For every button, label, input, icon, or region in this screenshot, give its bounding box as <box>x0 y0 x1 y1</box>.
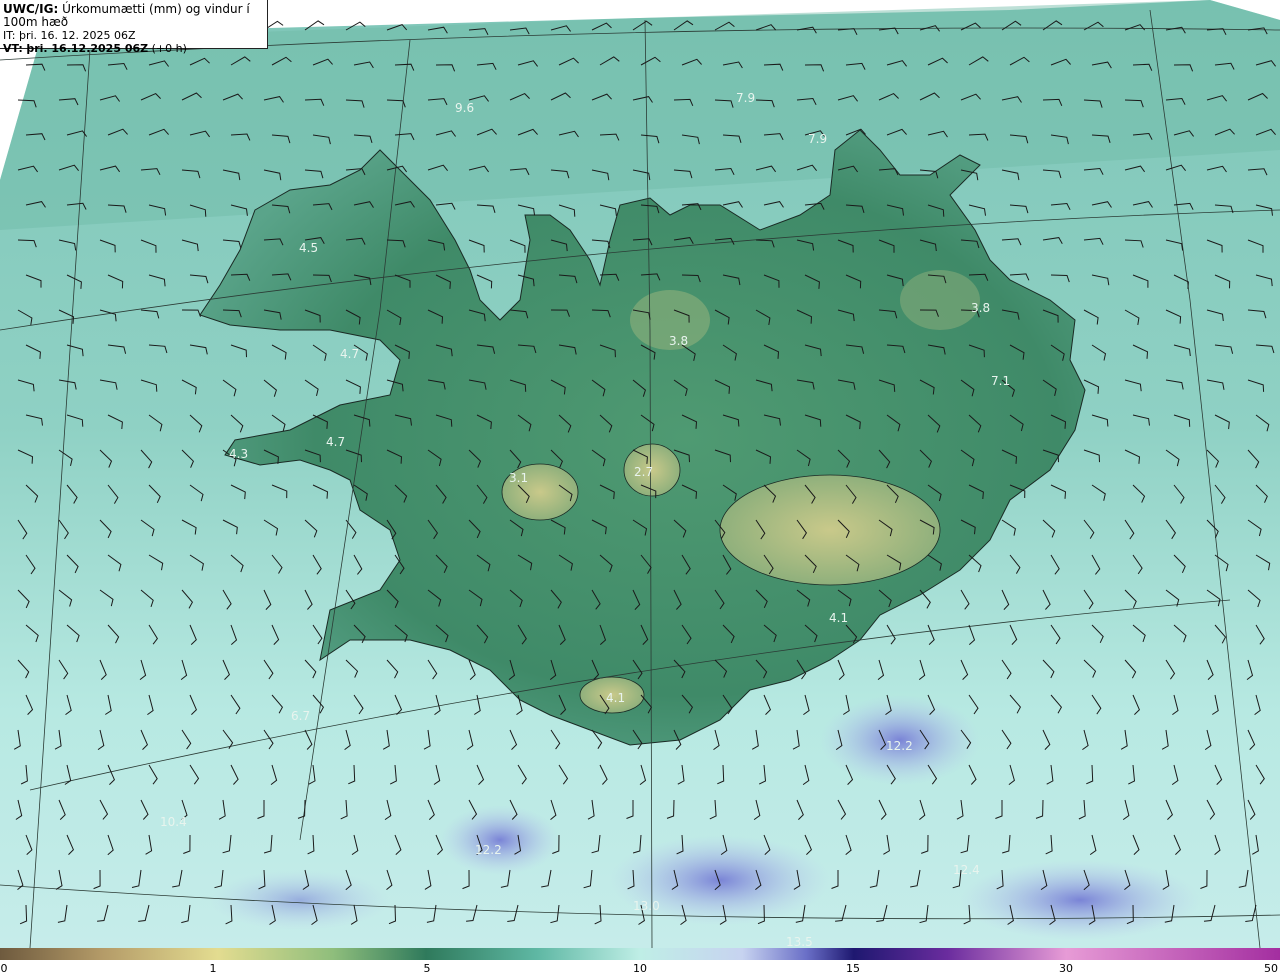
colorbar-tick: 10 <box>633 962 647 975</box>
value-label: 13.5 <box>786 935 813 948</box>
init-time-value: þri. 16. 12. 2025 06Z <box>18 29 136 42</box>
precip-blob-1 <box>440 805 560 875</box>
precip-colorbar <box>0 948 1280 960</box>
colorbar-tick: 15 <box>846 962 860 975</box>
colorbar-tick: 1 <box>209 962 217 975</box>
precipitation-map[interactable]: 9.6 7.9 7.9 4.5 3.8 3.8 7.1 4.7 4.7 4.3 … <box>0 0 1280 948</box>
precip-blob-4 <box>960 860 1200 940</box>
glacier-vatnajokull <box>719 474 941 586</box>
model-name: UWC/IG: <box>3 2 59 16</box>
value-label: 13.0 <box>633 899 660 913</box>
colorbar-tick: 0 <box>0 962 8 975</box>
map-header: UWC/IG: Úrkomumætti (mm) og vindur í 100… <box>0 0 268 55</box>
colorbar-tick: 50 <box>1264 962 1278 975</box>
value-label: 4.7 <box>326 435 345 449</box>
value-label: 2.7 <box>634 465 653 479</box>
value-label: 7.1 <box>991 374 1010 388</box>
colorbar-tick: 30 <box>1059 962 1073 975</box>
value-label: 7.9 <box>736 91 755 105</box>
value-label: 4.5 <box>299 241 318 255</box>
colorbar-tick: 5 <box>423 962 431 975</box>
value-label: 9.6 <box>455 101 474 115</box>
value-label: 4.1 <box>606 691 625 705</box>
highland-east <box>900 270 980 330</box>
value-label: 3.8 <box>669 334 688 348</box>
value-label: 7.9 <box>808 132 827 146</box>
valid-time-offset: (+0 h) <box>151 42 187 55</box>
value-label: 10.4 <box>160 815 187 829</box>
value-label: 12.2 <box>886 739 913 753</box>
value-label: 4.3 <box>229 447 248 461</box>
value-label: 6.7 <box>291 709 310 723</box>
value-label: 3.1 <box>509 471 528 485</box>
value-label: 3.8 <box>971 301 990 315</box>
value-label: 12.2 <box>475 843 502 857</box>
init-time-label: IT: <box>3 29 16 42</box>
valid-time-label: VT: <box>3 42 23 55</box>
value-label: 12.4 <box>953 863 980 877</box>
valid-time-value: þri. 16.12.2025 06Z <box>26 42 149 55</box>
value-label: 4.7 <box>340 347 359 361</box>
value-label: 4.1 <box>829 611 848 625</box>
